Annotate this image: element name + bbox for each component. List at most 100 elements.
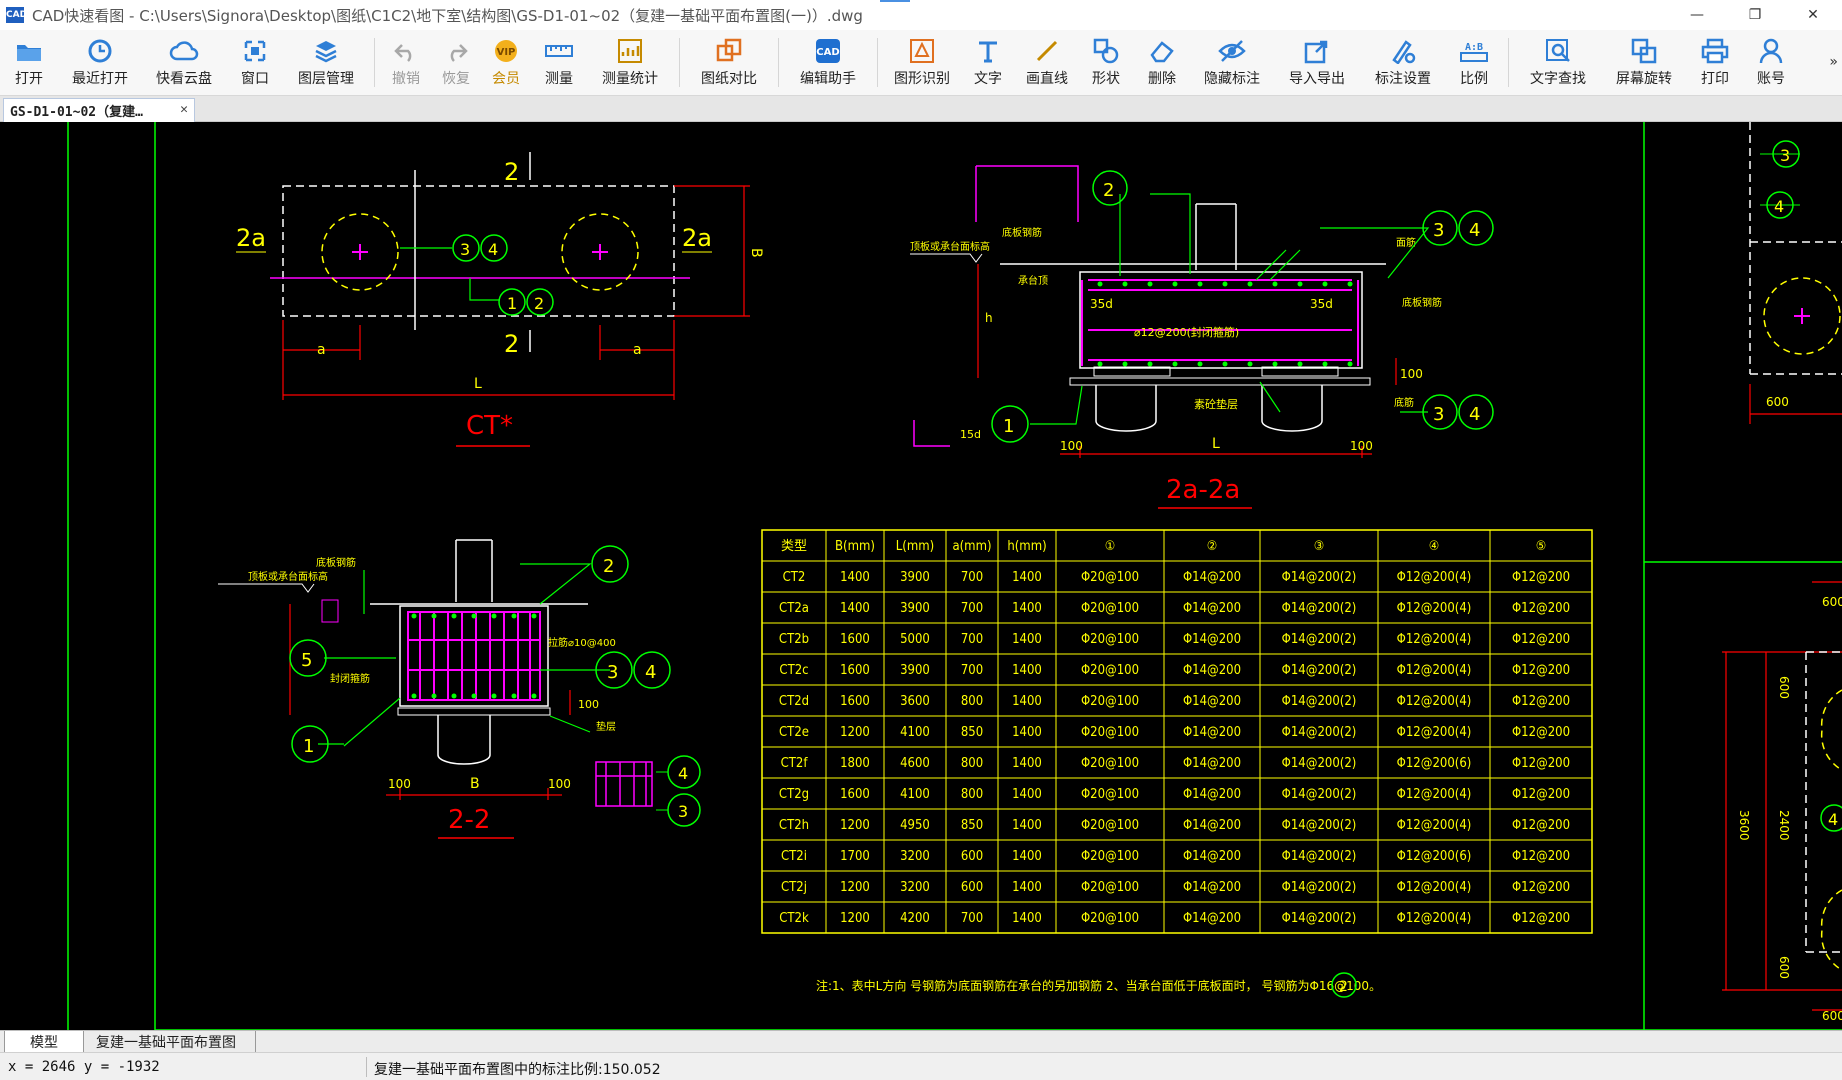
section-22-callout-4b-label: 4 <box>678 764 688 783</box>
window-button[interactable]: 窗口 <box>226 30 284 96</box>
document-tab[interactable]: GS-D1-01~02（复建… ✕ <box>3 98 195 122</box>
rebar-table-header-cell: ④ <box>1429 539 1440 554</box>
minimize-button[interactable]: — <box>1668 0 1726 30</box>
section-22-label-top-elev: 顶板或承台面标高 <box>248 570 328 583</box>
status-divider <box>366 1057 367 1077</box>
rebar-table-cell: 1400 <box>1012 601 1042 616</box>
right-dim-600-top: 600 <box>1766 395 1789 409</box>
section-2a-label-concrete-bed: 素砼垫层 <box>1194 397 1238 411</box>
rebar-table-cell: Φ20@100 <box>1081 880 1139 895</box>
section-22-callout-2-label: 2 <box>603 556 614 577</box>
rebar-table-cell: Φ14@200(2) <box>1282 756 1357 771</box>
section-2a-callout-4-bottom-label: 4 <box>1469 404 1480 425</box>
hide-eye-icon <box>1216 36 1248 66</box>
import-export-button[interactable]: 导入导出 <box>1274 30 1360 96</box>
clock-icon <box>84 36 116 66</box>
right-dim-2400: 2400 <box>1777 810 1791 841</box>
rotate-screen-button[interactable]: 屏幕旋转 <box>1601 30 1687 96</box>
rebar-table-cell: Φ14@200 <box>1183 818 1241 833</box>
rebar-table-cell: Φ20@100 <box>1081 849 1139 864</box>
draw-line-button[interactable]: 画直线 <box>1016 30 1078 96</box>
toolbar-more-icon[interactable]: » <box>1829 54 1838 70</box>
rebar-table-cell: 3900 <box>900 663 930 678</box>
account-button[interactable]: 账号 <box>1743 30 1799 96</box>
rebar-table-cell: Φ14@200(2) <box>1282 818 1357 833</box>
text-search-button[interactable]: 文字查找 <box>1515 30 1601 96</box>
rebar-table-cell: Φ12@200 <box>1512 880 1570 895</box>
vip-button[interactable]: VIP 会员 <box>481 30 531 96</box>
rebar-table-cell: 1400 <box>1012 911 1042 926</box>
rebar-table-cell: 1400 <box>1012 787 1042 802</box>
rebar-table-cell: Φ12@200 <box>1512 570 1570 585</box>
rebar-table-cell: 4100 <box>900 725 930 740</box>
rebar-table-cell: 3600 <box>900 694 930 709</box>
undo-icon <box>390 36 422 66</box>
measure-stats-button[interactable]: 测量统计 <box>587 30 673 96</box>
recent-open-button[interactable]: 最近打开 <box>58 30 142 96</box>
rebar-table-cell: 1600 <box>840 694 870 709</box>
section-2a-dim-35d-right: 35d <box>1310 297 1333 311</box>
right-callout-3-label: 3 <box>1780 146 1790 165</box>
scale-button[interactable]: A:B 比例 <box>1446 30 1502 96</box>
rebar-table-cell: 800 <box>961 787 983 802</box>
measure-button[interactable]: 测量 <box>531 30 587 96</box>
undo-button[interactable]: 撤销 <box>381 30 431 96</box>
rebar-table-cell: Φ14@200 <box>1183 663 1241 678</box>
status-bar: x = 2646 y = -1932 复建一基础平面布置图中的标注比例:150.… <box>0 1052 1842 1080</box>
section-22-dim-100-left: 100 <box>388 777 411 791</box>
drawing-compare-button[interactable]: 图纸对比 <box>686 30 772 96</box>
layer-manager-button[interactable]: 图层管理 <box>284 30 368 96</box>
print-button[interactable]: 打印 <box>1687 30 1743 96</box>
rebar-table-cell: 850 <box>961 725 983 740</box>
rebar-table-cell: 1200 <box>840 725 870 740</box>
redo-button[interactable]: 恢复 <box>431 30 481 96</box>
drawing-note: 注:1、表中L方向 号钢筋为底面钢筋在承台的另加钢筋 2、当承台面低于底板面时，… <box>816 978 1381 993</box>
compare-icon <box>713 36 745 66</box>
rebar-table-cell: Φ14@200(2) <box>1282 694 1357 709</box>
rebar-table-cell: Φ14@200(2) <box>1282 880 1357 895</box>
rebar-table-cell: 1200 <box>840 818 870 833</box>
rebar-table-cell: 600 <box>961 849 983 864</box>
rebar-table-cell: Φ12@200(4) <box>1397 663 1472 678</box>
rebar-table-cell: CT2f <box>781 756 809 771</box>
open-button[interactable]: 打开 <box>0 30 58 96</box>
rebar-table-header-cell: ① <box>1105 539 1116 554</box>
tab-layout-plan[interactable]: 复建一基础平面布置图 <box>84 1031 256 1053</box>
close-tab-icon[interactable]: ✕ <box>180 102 188 117</box>
tab-model[interactable]: 模型 <box>4 1031 84 1053</box>
annotation-settings-button[interactable]: 标注设置 <box>1360 30 1446 96</box>
svg-text:CAD: CAD <box>816 47 839 58</box>
rebar-table-cell: 1400 <box>1012 880 1042 895</box>
rebar-table-cell: Φ20@100 <box>1081 632 1139 647</box>
rebar-table-cell: CT2h <box>779 818 809 833</box>
rebar-table-cell: Φ12@200 <box>1512 601 1570 616</box>
restore-button[interactable]: ❐ <box>1726 0 1784 30</box>
edit-assistant-button[interactable]: CAD 编辑助手 <box>785 30 871 96</box>
shape-button[interactable]: 形状 <box>1078 30 1134 96</box>
rebar-table-cell: Φ12@200 <box>1512 694 1570 709</box>
window-icon <box>239 36 271 66</box>
hide-annotations-button[interactable]: 隐藏标注 <box>1190 30 1274 96</box>
rebar-table-cell: Φ20@100 <box>1081 570 1139 585</box>
main-toolbar: 打开 最近打开 快看云盘 窗口 图层管理 撤销 恢复 VIP 会员 测量 测量统… <box>0 30 1842 96</box>
rebar-table-cell: Φ20@100 <box>1081 787 1139 802</box>
rebar-table-cell: 1400 <box>1012 818 1042 833</box>
section-22-rebar-detail <box>595 761 653 807</box>
drawing-canvas[interactable]: 2 2 2a 2a a a L B 3 4 1 2 CT* h L 100 10… <box>0 122 1842 1030</box>
delete-button[interactable]: 删除 <box>1134 30 1190 96</box>
rebar-table-cell: Φ14@200(2) <box>1282 663 1357 678</box>
cloud-disk-button[interactable]: 快看云盘 <box>142 30 226 96</box>
rebar-table-cell: 1600 <box>840 663 870 678</box>
plan-section-mark-top: 2 <box>504 158 519 186</box>
close-button[interactable]: ✕ <box>1784 0 1842 30</box>
rebar-table-header-cell: ⑤ <box>1536 539 1547 554</box>
section-22-dim-B: B <box>470 776 480 792</box>
rebar-table-cell: CT2i <box>781 849 807 864</box>
vip-icon: VIP <box>490 36 522 66</box>
section-22-callout-3b-label: 3 <box>678 802 688 821</box>
plan-dim-a-right: a <box>633 342 642 358</box>
rebar-table-cell: 3200 <box>900 880 930 895</box>
text-button[interactable]: 文字 <box>960 30 1016 96</box>
shape-recognition-button[interactable]: 图形识别 <box>884 30 960 96</box>
rebar-table-cell: Φ14@200(2) <box>1282 570 1357 585</box>
